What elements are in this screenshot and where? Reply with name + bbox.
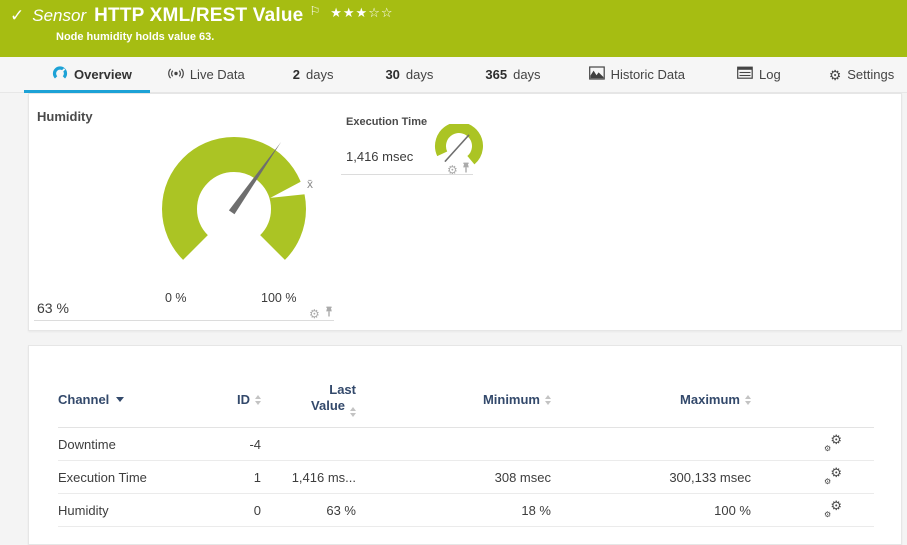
- gauge-icon: [52, 65, 68, 84]
- column-header-id[interactable]: ID: [201, 392, 261, 407]
- tab-bar: Overview Live Data 2 days 30 days 365 da…: [0, 57, 907, 93]
- log-icon: [737, 66, 753, 83]
- status-ok-check-icon: ✓: [10, 6, 24, 26]
- sensor-kind-label: Sensor: [32, 6, 86, 26]
- channel-last-value: 1,416 ms...: [261, 470, 356, 485]
- sort-arrows-icon: [255, 395, 261, 405]
- execution-time-gauge-title: Execution Time: [346, 116, 427, 128]
- tab-overview-label: Overview: [74, 67, 132, 82]
- sort-arrows-icon: [350, 407, 356, 417]
- column-header-channel[interactable]: Channel: [58, 392, 201, 407]
- flag-icon[interactable]: ⚐: [309, 4, 320, 18]
- execution-time-block-divider: [341, 174, 473, 175]
- tab-settings[interactable]: ⚙ Settings: [829, 67, 895, 82]
- channel-last-value: 63 %: [261, 503, 356, 518]
- tab-live-data[interactable]: Live Data: [168, 66, 245, 84]
- historic-chart-icon: [589, 66, 605, 84]
- humidity-gauge-title: Humidity: [37, 109, 93, 124]
- sort-arrows-icon: [545, 395, 551, 405]
- sensor-title: HTTP XML/REST Value: [94, 5, 303, 27]
- humidity-gauge-max-label: 100 %: [261, 291, 296, 305]
- tab-historic-data-label: Historic Data: [611, 67, 685, 82]
- priority-stars[interactable]: ★★★☆☆: [330, 5, 393, 21]
- humidity-block-divider: [34, 320, 334, 321]
- table-row-downtime[interactable]: Downtime -4 ⚙⚙: [58, 428, 874, 461]
- tab-overview[interactable]: Overview: [52, 65, 132, 84]
- table-row-execution-time[interactable]: Execution Time 1 1,416 ms... 308 msec 30…: [58, 461, 874, 494]
- channel-name: Execution Time: [58, 470, 201, 485]
- sensor-status-banner: ✓ Sensor HTTP XML/REST Value ⚐ ★★★☆☆ Nod…: [0, 0, 907, 57]
- channels-table-panel: Channel ID LastValue Minimum Maximum Dow…: [28, 345, 902, 545]
- humidity-current-value: 63 %: [37, 300, 69, 316]
- channel-settings-gears-icon[interactable]: ⚙⚙: [824, 468, 842, 484]
- sort-arrows-icon: [745, 395, 751, 405]
- channel-name: Humidity: [58, 503, 201, 518]
- tab-settings-label: Settings: [847, 67, 894, 82]
- humidity-gauge-settings-gear-icon[interactable]: ⚙: [309, 308, 320, 320]
- channel-settings-gears-icon[interactable]: ⚙⚙: [824, 501, 842, 517]
- execution-time-pin-icon[interactable]: [461, 161, 471, 179]
- sensor-status-message: Node humidity holds value 63.: [56, 31, 897, 43]
- channel-maximum: 300,133 msec: [551, 470, 751, 485]
- tab-live-data-label: Live Data: [190, 67, 245, 82]
- sort-caret-down-icon: [116, 397, 124, 402]
- channel-minimum: 308 msec: [356, 470, 551, 485]
- channels-table: Channel ID LastValue Minimum Maximum Dow…: [58, 371, 874, 527]
- tab-365-days-label: days: [513, 67, 540, 82]
- tab-2-days-number: 2: [293, 67, 300, 82]
- column-header-minimum[interactable]: Minimum: [356, 392, 551, 407]
- tab-historic-data[interactable]: Historic Data: [589, 66, 685, 84]
- channel-id: 0: [201, 503, 261, 518]
- settings-gear-icon: ⚙: [829, 68, 842, 82]
- humidity-gauge-min-label: 0 %: [165, 291, 187, 305]
- table-header-row: Channel ID LastValue Minimum Maximum: [58, 371, 874, 428]
- channel-settings-gears-icon[interactable]: ⚙⚙: [824, 435, 842, 451]
- channel-minimum: 18 %: [356, 503, 551, 518]
- overview-gauges-panel: Humidity x̄ 0 % 100 % 63 % ⚙ Execution T…: [28, 93, 902, 331]
- column-header-last-value[interactable]: LastValue: [261, 382, 356, 416]
- humidity-average-marker: x̄: [307, 177, 313, 191]
- humidity-gauge: [141, 116, 327, 302]
- execution-time-current-value: 1,416 msec: [346, 149, 413, 164]
- column-header-maximum[interactable]: Maximum: [551, 392, 751, 407]
- tab-30-days-label: days: [406, 67, 433, 82]
- live-data-icon: [168, 66, 184, 84]
- tab-365-days[interactable]: 365 days: [485, 67, 540, 82]
- channel-maximum: 100 %: [551, 503, 751, 518]
- tab-30-days-number: 30: [385, 67, 399, 82]
- tab-2-days[interactable]: 2 days: [293, 67, 334, 82]
- channel-name: Downtime: [58, 437, 201, 452]
- tab-365-days-number: 365: [485, 67, 507, 82]
- channel-id: -4: [201, 437, 261, 452]
- tab-log[interactable]: Log: [737, 66, 781, 83]
- tab-log-label: Log: [759, 67, 781, 82]
- tab-30-days[interactable]: 30 days: [385, 67, 433, 82]
- channel-id: 1: [201, 470, 261, 485]
- table-row-humidity[interactable]: Humidity 0 63 % 18 % 100 % ⚙⚙: [58, 494, 874, 527]
- tab-2-days-label: days: [306, 67, 333, 82]
